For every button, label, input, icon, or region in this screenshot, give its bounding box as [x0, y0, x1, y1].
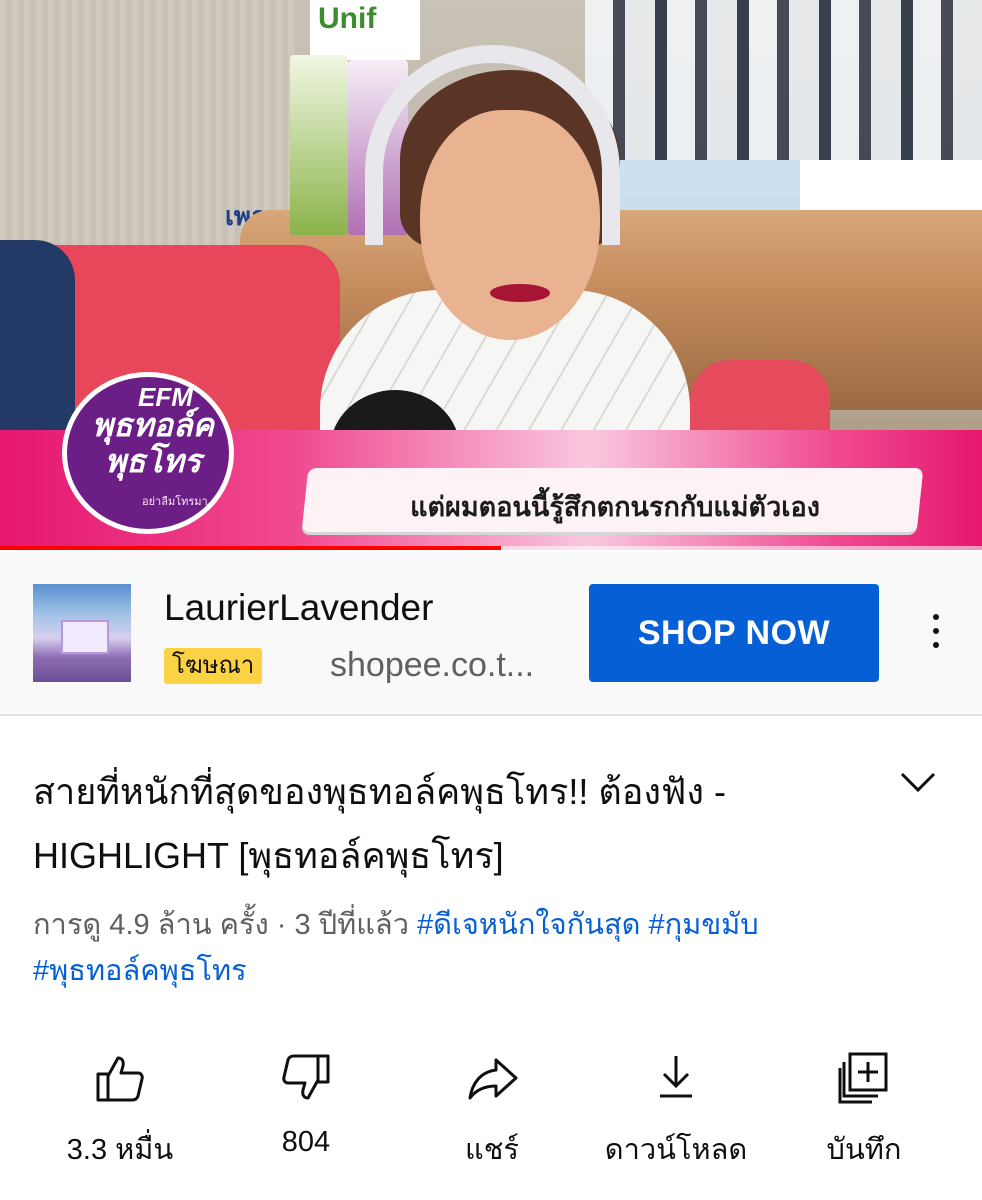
ad-badge: โฆษณา	[164, 648, 263, 684]
ad-panel[interactable]: LaurierLavender โฆษณา shopee.co.t... SHO…	[0, 552, 982, 714]
divider	[0, 714, 982, 716]
logo-line2: พุธโทร	[105, 443, 202, 479]
product-image	[61, 620, 109, 654]
more-options-icon[interactable]	[924, 614, 948, 654]
person-silhouette	[0, 240, 75, 450]
video-title[interactable]: สายที่หนักที่สุดของพุธทอล์คพุธโทร!! ต้อง…	[33, 760, 853, 888]
ad-thumbnail[interactable]	[33, 584, 131, 682]
hashtag-link[interactable]: #พุธทอล์คพุธโทร	[33, 955, 247, 987]
dislike-count: 804	[281, 1126, 331, 1158]
views-time: การดู 4.9 ล้าน ครั้ง · 3 ปีที่แล้ว	[33, 909, 409, 941]
juice-box	[290, 55, 348, 235]
share-icon	[468, 1058, 518, 1100]
ad-domain[interactable]: shopee.co.t...	[330, 646, 534, 685]
logo-line1: พุธทอล์ค	[92, 407, 214, 443]
thumbs-down-icon	[282, 1054, 330, 1100]
advertiser-name[interactable]: LaurierLavender	[164, 587, 433, 629]
progress-bar[interactable]	[0, 546, 982, 550]
like-button[interactable]: 3.3 หมื่น	[22, 1050, 218, 1172]
like-count: 3.3 หมื่น	[66, 1134, 174, 1166]
screen-image	[585, 0, 982, 160]
add-to-playlist-icon	[838, 1052, 888, 1104]
download-icon	[660, 1056, 692, 1098]
share-label: แชร์	[465, 1134, 519, 1166]
hashtag-link[interactable]: #ดีเจหนักใจกันสุด	[417, 909, 640, 941]
save-label: บันทึก	[826, 1134, 902, 1166]
chevron-down-icon[interactable]	[898, 768, 938, 796]
share-button[interactable]: แชร์	[394, 1050, 590, 1172]
save-button[interactable]: บันทึก	[766, 1050, 962, 1172]
brand-sign-text: Unif	[318, 2, 377, 35]
thumbs-up-icon	[96, 1056, 144, 1102]
logo-sub: อย่าลืมโทรมา	[142, 496, 208, 508]
host-lips	[490, 284, 550, 302]
progress-fill	[0, 546, 501, 550]
shop-now-button[interactable]: SHOP NOW	[589, 584, 879, 682]
download-button[interactable]: ดาวน์โหลด	[578, 1050, 774, 1172]
hashtag-link[interactable]: #กุมขมับ	[649, 909, 759, 941]
download-label: ดาวน์โหลด	[604, 1134, 748, 1166]
video-meta: การดู 4.9 ล้าน ครั้ง · 3 ปีที่แล้ว #ดีเจ…	[33, 902, 933, 994]
video-player[interactable]: เพลงเพราะ อ Unif แต่ผมตอนนี้รู้สึกตกนรกก…	[0, 0, 982, 550]
video-caption: แต่ผมตอนนี้รู้สึกตกนรกกับแม่ตัวเอง	[410, 492, 820, 522]
dislike-button[interactable]: 804	[208, 1050, 404, 1159]
